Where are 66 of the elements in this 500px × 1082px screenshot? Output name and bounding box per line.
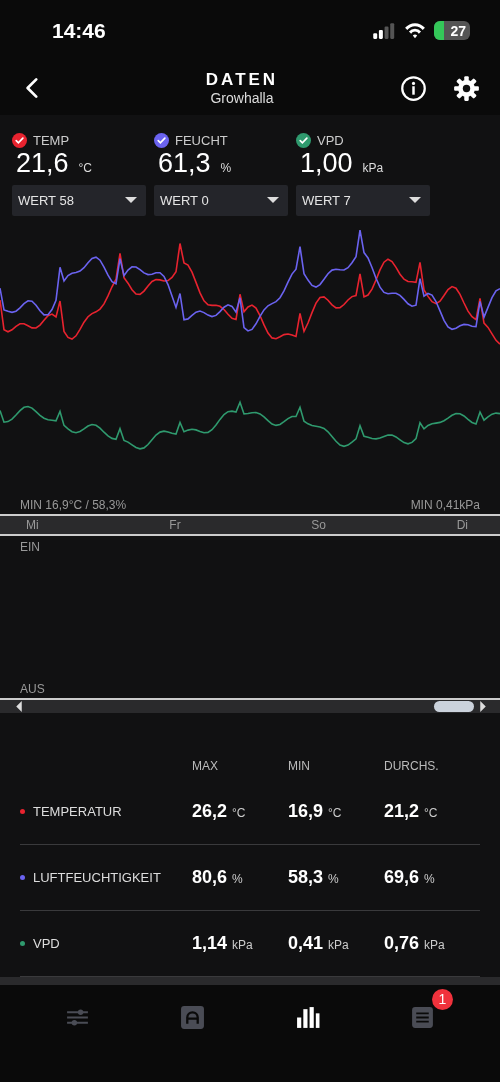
on-label: EIN bbox=[20, 539, 41, 554]
sensor-value: 1,00 bbox=[300, 147, 353, 179]
left-arrow-icon[interactable] bbox=[16, 700, 22, 712]
signal-icon bbox=[372, 22, 396, 40]
sensor-unit: % bbox=[220, 160, 232, 175]
value-dropdown[interactable]: WERT 0 bbox=[154, 184, 288, 216]
caret-icon bbox=[408, 196, 422, 205]
stat-unit: °C bbox=[328, 805, 342, 820]
stat-unit: °C bbox=[424, 805, 438, 820]
screen-subtitle: Growhalla bbox=[210, 90, 274, 107]
list-icon bbox=[410, 1004, 435, 1030]
row-label: LUFTFEUCHTIGKEIT bbox=[33, 869, 161, 885]
notification-badge: 1 bbox=[432, 988, 453, 1010]
row-label: TEMPERATUR bbox=[33, 803, 122, 819]
min-label: MIN 0,41kPa bbox=[410, 497, 480, 512]
stat-unit: kPa bbox=[328, 937, 349, 952]
axis-label: Di bbox=[456, 517, 468, 532]
axis-label: Fr bbox=[169, 517, 181, 532]
column-header: MAX bbox=[192, 758, 219, 773]
chart-scrollbar[interactable] bbox=[0, 697, 500, 713]
stat-unit: °C bbox=[232, 805, 246, 820]
settings-icon[interactable] bbox=[453, 74, 480, 102]
bar-chart-icon bbox=[295, 1004, 320, 1030]
sensor-unit: °C bbox=[78, 160, 93, 175]
off-label: AUS bbox=[20, 681, 46, 696]
stat-value: 21,2 bbox=[384, 800, 420, 822]
stat-unit: kPa bbox=[424, 937, 445, 952]
clock-time: 14:46 bbox=[52, 18, 106, 43]
axis-label: So bbox=[311, 517, 326, 532]
stat-value: 1,14 bbox=[192, 932, 228, 954]
caret-icon bbox=[266, 196, 280, 205]
battery-indicator: 27 bbox=[434, 21, 470, 41]
stat-value: 0,76 bbox=[384, 932, 420, 954]
stat-value: 58,3 bbox=[288, 866, 324, 888]
column-header: DURCHS. bbox=[384, 758, 440, 773]
stat-unit: % bbox=[232, 871, 243, 886]
sensor-checkbox[interactable] bbox=[154, 132, 169, 148]
stat-value: 0,41 bbox=[288, 932, 324, 954]
value-dropdown[interactable]: WERT 58 bbox=[12, 184, 146, 216]
sensor-value: 61,3 bbox=[158, 147, 211, 179]
sensor-label: VPD bbox=[317, 132, 344, 148]
stat-unit: % bbox=[328, 871, 339, 886]
sensor-label: FEUCHT bbox=[175, 132, 228, 148]
stat-value: 16,9 bbox=[288, 800, 324, 822]
sensor-checkbox[interactable] bbox=[12, 132, 27, 148]
sensor-unit: kPa bbox=[362, 160, 384, 175]
value-dropdown[interactable]: WERT 7 bbox=[296, 184, 430, 216]
min-label: MIN 16,9°C / 58,3% bbox=[20, 497, 127, 512]
axis-label: Mi bbox=[26, 517, 39, 532]
sensor-value: 21,6 bbox=[16, 147, 69, 179]
column-header: MIN bbox=[288, 758, 311, 773]
sensor-checkbox[interactable] bbox=[296, 132, 311, 148]
right-arrow-icon[interactable] bbox=[480, 700, 486, 712]
sensor-label: TEMP bbox=[33, 132, 70, 148]
stat-unit: % bbox=[424, 871, 435, 886]
scroll-handle[interactable] bbox=[434, 700, 474, 712]
screen-title: DATEN bbox=[205, 70, 279, 91]
stat-value: 26,2 bbox=[192, 800, 228, 822]
info-icon[interactable] bbox=[400, 74, 427, 102]
row-label: VPD bbox=[33, 935, 60, 951]
wifi-icon bbox=[404, 22, 426, 40]
letter-a-icon bbox=[180, 1004, 205, 1030]
stat-unit: kPa bbox=[232, 937, 253, 952]
stat-value: 69,6 bbox=[384, 866, 420, 888]
stat-value: 80,6 bbox=[192, 866, 228, 888]
caret-icon bbox=[124, 196, 138, 205]
